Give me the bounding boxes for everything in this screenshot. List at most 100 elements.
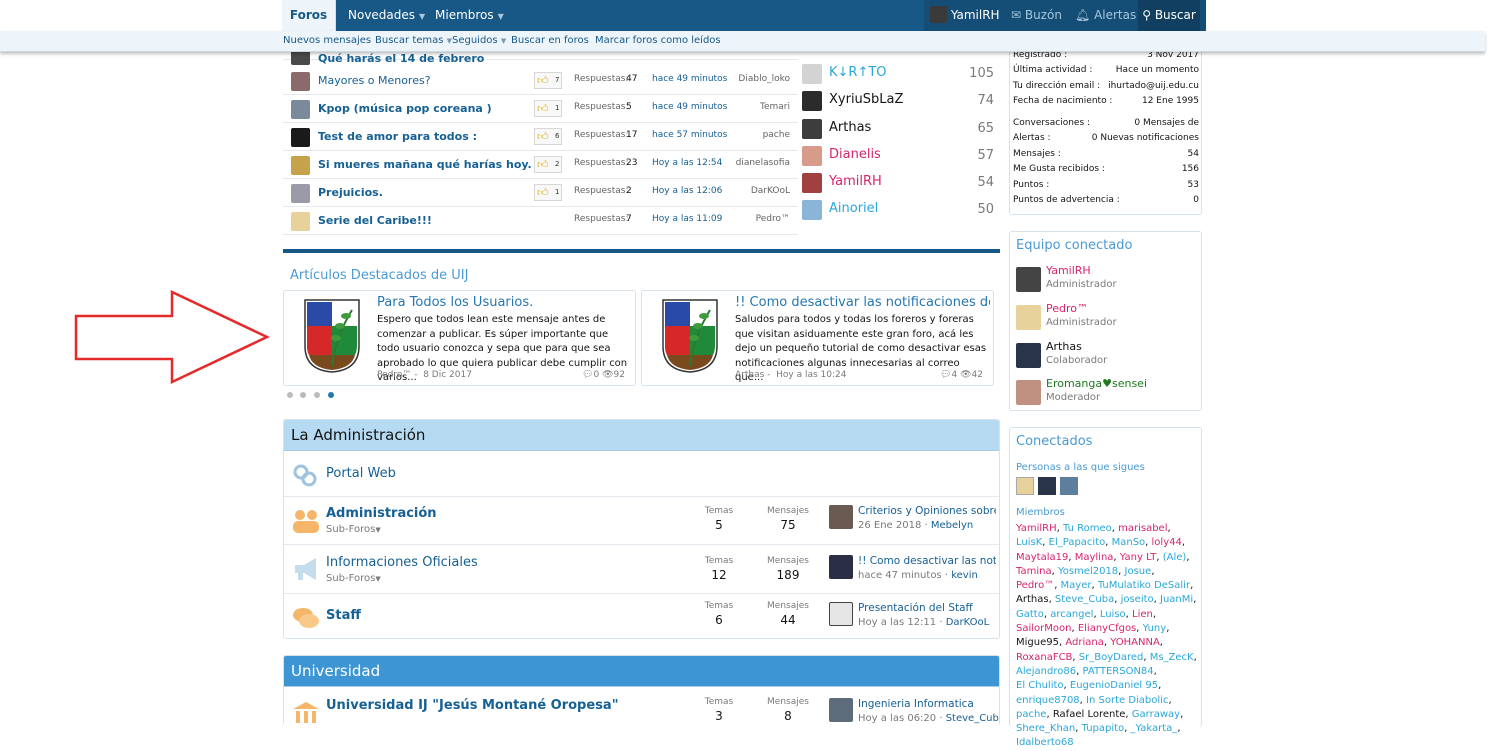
alerts-link[interactable]: 🔔︎ Alertas	[1075, 0, 1136, 31]
sublink-marcar-leidos[interactable]: Marcar foros como leídos	[595, 35, 721, 46]
avatar[interactable]	[291, 100, 310, 119]
avatar[interactable]	[829, 698, 853, 722]
online-member-link[interactable]: Adriana	[1065, 637, 1104, 648]
carousel-dot-active[interactable]	[328, 392, 334, 398]
online-member-link[interactable]: Lien	[1132, 609, 1153, 620]
online-member-link[interactable]: Sr_BoyDared	[1079, 652, 1144, 663]
last-reply-time[interactable]: hace 49 minutos	[652, 102, 727, 112]
last-reply-user[interactable]: pache	[763, 130, 790, 140]
online-member-link[interactable]: RoxanaFCB	[1016, 652, 1072, 663]
inbox-link[interactable]: ✉ Buzón	[1011, 0, 1062, 31]
last-post-title[interactable]: !! Como desactivar las notifi...	[858, 555, 996, 567]
staff-name[interactable]: Arthas	[1046, 340, 1082, 353]
featured-title[interactable]: Para Todos los Usuarios.	[377, 295, 632, 310]
online-member-link[interactable]: PATTERSON84	[1082, 666, 1153, 677]
avatar[interactable]	[291, 72, 310, 91]
avatar[interactable]	[829, 505, 853, 529]
online-member-link[interactable]: Tamina	[1016, 566, 1052, 577]
online-member-link[interactable]: Garraway	[1132, 709, 1180, 720]
featured-author[interactable]: Pedro™	[377, 370, 411, 380]
avatar[interactable]	[291, 128, 310, 147]
online-member-link[interactable]: Idalberto68	[1016, 737, 1074, 748]
thread-title[interactable]: Si mueres mañana qué harías hoy.	[318, 158, 532, 171]
top-poster-row[interactable]: YamilRH 54	[800, 170, 1000, 197]
thread-row[interactable]: Mayores o Menores? 👍︎ 7 Respuestas: 47 hace 4…	[283, 67, 798, 95]
online-member-link[interactable]: Yosmel2018	[1058, 566, 1118, 577]
avatar[interactable]	[1038, 477, 1056, 495]
top-poster-row[interactable]: Ainoriel 50	[800, 197, 1000, 224]
online-member-link[interactable]: Gatto	[1016, 609, 1044, 620]
avatar[interactable]	[1016, 343, 1041, 368]
top-poster-row[interactable]: Dianelis 57	[800, 143, 1000, 170]
online-member-link[interactable]: Josue	[1125, 566, 1152, 577]
online-member-link[interactable]: Mayer	[1061, 580, 1092, 591]
thread-title[interactable]: Test de amor para todos :	[318, 130, 477, 143]
online-member-link[interactable]: Steve_Cuba	[1055, 594, 1114, 605]
forum-node-staff[interactable]: Staff Temas 6 Mensajes 44 Presentación del…	[284, 593, 999, 638]
last-post-user[interactable]: kevin	[951, 570, 978, 581]
staff-member[interactable]: Eromanga♥sensei Moderador	[1016, 377, 1196, 407]
online-member-link[interactable]: ManSo	[1112, 537, 1146, 548]
avatar[interactable]	[1016, 267, 1041, 292]
category-title[interactable]: Universidad	[284, 656, 999, 687]
staff-name[interactable]: Eromanga♥sensei	[1046, 377, 1147, 390]
avatar[interactable]	[1060, 477, 1078, 495]
thread-row[interactable]: Test de amor para todos : 👍︎ 6 Respuestas: 1…	[283, 123, 798, 151]
online-member-link[interactable]: Pedro™	[1016, 580, 1054, 591]
carousel-dot[interactable]	[287, 392, 293, 398]
avatar[interactable]	[1016, 477, 1034, 495]
thread-title[interactable]: Serie del Caribe!!!	[318, 214, 432, 227]
last-post-title[interactable]: Ingenieria Informatica	[858, 698, 996, 710]
sublink-seguidos[interactable]: Seguidos ▼	[452, 35, 506, 46]
top-poster-name[interactable]: XyriuSbLaZ	[829, 92, 903, 107]
online-member-link[interactable]: Migue95	[1016, 637, 1059, 648]
last-reply-user[interactable]: Diablo_loko	[738, 74, 790, 84]
thread-title[interactable]: Mayores o Menores?	[318, 74, 431, 87]
online-member-link[interactable]: enrique8708	[1016, 695, 1080, 706]
thread-title[interactable]: Kpop (música pop coreana )	[318, 102, 492, 115]
top-poster-name[interactable]: YamilRH	[829, 174, 882, 189]
avatar[interactable]	[802, 146, 822, 166]
online-member-link[interactable]: Yuny	[1143, 623, 1167, 634]
online-member-link[interactable]: El_Papacito	[1049, 537, 1106, 548]
forum-title[interactable]: Universidad IJ "Jesús Montané Oropesa"	[326, 698, 618, 713]
online-member-link[interactable]: joseito	[1121, 594, 1154, 605]
online-member-link[interactable]: ElianyCfgos	[1078, 623, 1136, 634]
last-reply-time[interactable]: hace 49 minutos	[652, 74, 727, 84]
last-reply-user[interactable]: Temari	[760, 102, 790, 112]
online-member-link[interactable]: SailorMoon	[1016, 623, 1071, 634]
top-poster-row[interactable]: Arthas 65	[800, 116, 1000, 143]
top-poster-name[interactable]: Dianelis	[829, 147, 881, 162]
featured-card[interactable]: Para Todos los Usuarios. Espero que todos…	[283, 290, 636, 386]
online-member-link[interactable]: YOHANNA	[1110, 637, 1160, 648]
online-member-link[interactable]: Alejandro86	[1016, 666, 1076, 677]
avatar[interactable]	[802, 119, 822, 139]
featured-card[interactable]: !! Como desactivar las notificaciones de…	[641, 290, 994, 386]
featured-author[interactable]: Arthas	[735, 370, 764, 380]
last-post-title[interactable]: Criterios y Opiniones sobre...	[858, 505, 996, 517]
forum-title[interactable]: Administración	[326, 506, 437, 521]
sublink-buscar-en-foros[interactable]: Buscar en foros	[511, 35, 589, 46]
last-reply-user[interactable]: Pedro™	[756, 214, 790, 224]
online-member-link[interactable]: Tu Romeo	[1063, 523, 1112, 534]
online-member-link[interactable]: marisabel	[1118, 523, 1167, 534]
forum-node-informaciones[interactable]: Informaciones Oficiales Sub-Foros▼ Temas…	[284, 544, 999, 594]
online-member-link[interactable]: In Sorte Diabolic	[1086, 695, 1168, 706]
online-member-link[interactable]: Yany LT	[1120, 552, 1157, 563]
online-member-link[interactable]: LuisK	[1016, 537, 1042, 548]
forum-node-administracion[interactable]: Administración Sub-Foros▼ Temas 5 Mensaje…	[284, 496, 999, 545]
forum-title[interactable]: Staff	[326, 608, 361, 623]
online-member-link[interactable]: Rafael Lorente	[1053, 709, 1126, 720]
online-member-link[interactable]: Maytala19	[1016, 552, 1068, 563]
avatar[interactable]	[802, 173, 822, 193]
top-poster-name[interactable]: Ainoriel	[829, 201, 878, 216]
online-member-link[interactable]: Ms_ZecK	[1150, 652, 1194, 663]
staff-member[interactable]: YamilRH Administrador	[1016, 264, 1196, 294]
tab-novedades[interactable]: Novedades ▼	[348, 0, 425, 31]
subforums-dropdown[interactable]: Sub-Foros▼	[326, 573, 381, 584]
tab-foros[interactable]: Foros	[282, 0, 336, 31]
online-member-link[interactable]: pache	[1016, 709, 1046, 720]
carousel-dot[interactable]	[314, 392, 320, 398]
last-reply-time[interactable]: hace 57 minutos	[652, 130, 727, 140]
last-post-user[interactable]: Steve_Cuba	[946, 713, 999, 724]
